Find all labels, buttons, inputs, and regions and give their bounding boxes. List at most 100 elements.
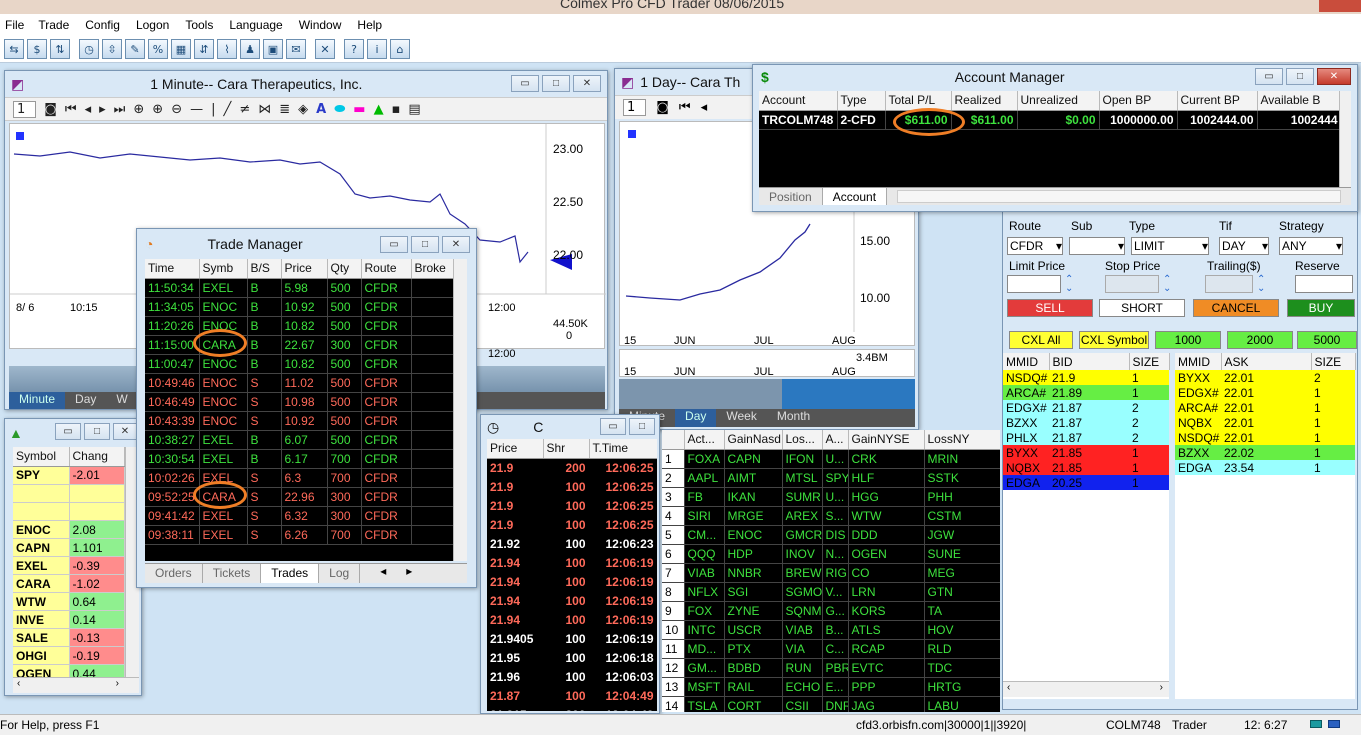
time-sales-row[interactable]: 21.94 100 12:06:19	[487, 553, 657, 573]
mover-symbol[interactable]: CAPN	[724, 449, 783, 469]
reserve-input[interactable]	[1295, 275, 1353, 293]
column-header[interactable]	[662, 430, 685, 450]
trade-row[interactable]: 11:34:05 ENOC B 10.92 500 CFDR	[145, 297, 467, 317]
column-header[interactable]: ASK	[1221, 353, 1312, 370]
maximize-button[interactable]: □	[1286, 68, 1314, 85]
mover-symbol[interactable]: SIRI	[684, 506, 725, 526]
mover-symbol[interactable]: C...	[822, 639, 849, 659]
column-header[interactable]: BID	[1049, 353, 1130, 370]
mover-symbol[interactable]: HGG	[848, 487, 925, 507]
watchlist-row[interactable]	[13, 484, 125, 503]
updown-icon[interactable]: ⇵	[194, 39, 214, 59]
tools-icon[interactable]: ✕	[315, 39, 335, 59]
mail-icon[interactable]: ✉	[286, 39, 306, 59]
tab-orders[interactable]: Orders	[145, 564, 203, 583]
menu-logon[interactable]: Logon	[128, 18, 177, 32]
time-sales-row[interactable]: 21.91520012:04:49	[487, 705, 657, 711]
ask-row[interactable]: NQBX 22.01 1	[1175, 415, 1355, 430]
bid-row[interactable]: BZXX 21.87 2	[1003, 415, 1169, 430]
sell-button[interactable]: SELL	[1007, 299, 1093, 317]
mover-symbol[interactable]: FOX	[684, 601, 725, 621]
quantity-1000-button[interactable]: 1000	[1155, 331, 1221, 349]
column-header[interactable]: SIZE	[1311, 353, 1356, 370]
mover-symbol[interactable]: RIG	[822, 563, 849, 583]
trade-row[interactable]: 10:02:26 EXEL S 6.3 700 CFDR	[145, 468, 467, 488]
info-icon[interactable]: i	[367, 39, 387, 59]
open-icon[interactable]: ▤	[408, 102, 420, 117]
vline-icon[interactable]: |	[211, 102, 215, 117]
trendline-icon[interactable]: ╱	[223, 102, 231, 117]
column-header[interactable]: Chang	[69, 447, 125, 467]
picture-icon[interactable]: ▣	[263, 39, 283, 59]
swap-icon[interactable]: ⇆	[4, 39, 24, 59]
arrow-up-icon[interactable]: ▲	[374, 102, 384, 117]
home-icon[interactable]: ⌂	[390, 39, 410, 59]
mover-symbol[interactable]: RLD	[924, 639, 1000, 659]
movers-row[interactable]: 3 FB IKAN SUMR U... HGG PHH	[662, 487, 1000, 507]
stop-stepper-icon[interactable]: ⌃ ⌄	[1163, 275, 1171, 294]
watchlist-row[interactable]: INVE 0.14	[13, 610, 125, 629]
mover-symbol[interactable]: HRTG	[924, 677, 1000, 697]
column-header[interactable]: Price	[281, 259, 328, 279]
mover-symbol[interactable]: U...	[822, 449, 849, 469]
time-sales-row[interactable]: 21.9 100 12:06:25	[487, 496, 657, 516]
fib-icon[interactable]: ≠	[239, 102, 250, 117]
mover-symbol[interactable]: DIS	[822, 525, 849, 545]
tab-tickets[interactable]: Tickets	[203, 564, 262, 583]
prev-icon[interactable]: ◂	[701, 100, 708, 115]
next-icon[interactable]: ▸	[99, 102, 106, 117]
bid-row[interactable]: EDGX# 21.87 2	[1003, 400, 1169, 415]
column-header[interactable]: Route	[361, 259, 412, 279]
mover-symbol[interactable]: TDC	[924, 658, 1000, 678]
column-header[interactable]: GainNYSE	[848, 430, 925, 450]
close-button[interactable]: ✕	[573, 75, 601, 92]
ask-row[interactable]: EDGX# 22.01 1	[1175, 385, 1355, 400]
movers-row[interactable]: 5 CM... ENOC GMCR DIS DDD JGW	[662, 525, 1000, 545]
mover-symbol[interactable]: ATLS	[848, 620, 925, 640]
watchlist-row[interactable]: OHGI -0.19	[13, 646, 125, 665]
dollar-icon[interactable]: $	[27, 39, 47, 59]
first-icon[interactable]: ⏮	[65, 102, 77, 117]
minimize-button[interactable]: ▭	[55, 423, 81, 440]
movers-row[interactable]: 4 SIRI MRGE AREX S... WTW CSTM	[662, 506, 1000, 526]
trade-row[interactable]: 10:46:49 ENOC S 10.98 500 CFDR	[145, 392, 467, 412]
mover-symbol[interactable]: WTW	[848, 506, 925, 526]
mover-symbol[interactable]: RAIL	[724, 677, 783, 697]
close-button[interactable]: ✕	[442, 236, 470, 253]
trade-row[interactable]: 11:20:26 ENOC B 10.82 500 CFDR	[145, 316, 467, 336]
column-header[interactable]: Shr	[543, 439, 590, 459]
save-icon[interactable]: ▪	[392, 102, 401, 117]
column-header[interactable]: MMID	[1175, 353, 1222, 370]
bid-row[interactable]: BYXX 21.85 1	[1003, 445, 1169, 460]
bid-row[interactable]: NSDQ# 21.9 1	[1003, 370, 1169, 385]
mover-symbol[interactable]: N...	[822, 544, 849, 564]
column-header[interactable]: Time	[145, 259, 200, 279]
trade-row[interactable]: 10:38:27 EXEL B 6.07 500 CFDR	[145, 430, 467, 450]
zoom-icon[interactable]: ⊕	[133, 102, 144, 117]
help-icon[interactable]: ?	[344, 39, 364, 59]
trade-row[interactable]: 10:30:54 EXEL B 6.17 700 CFDR	[145, 449, 467, 469]
mover-symbol[interactable]: DNR	[822, 696, 849, 712]
mover-symbol[interactable]: INOV	[782, 544, 823, 564]
account-row[interactable]: TRCOLM748 2-CFD $611.00 $611.00 $0.00 1000000…	[759, 110, 1341, 130]
mover-symbol[interactable]: MRGE	[724, 506, 783, 526]
minimize-button[interactable]: ▭	[1255, 68, 1283, 85]
menu-language[interactable]: Language	[221, 18, 290, 32]
mover-symbol[interactable]: CSTM	[924, 506, 1000, 526]
limit-stepper-icon[interactable]: ⌃ ⌄	[1065, 275, 1073, 294]
movers-row[interactable]: 11 MD... PTX VIA C... RCAP RLD	[662, 639, 1000, 659]
tab-week[interactable]: W	[106, 392, 137, 409]
trade-row[interactable]: 09:38:11 EXEL S 6.26 700 CFDR	[145, 525, 467, 545]
mover-symbol[interactable]: VIAB	[782, 620, 823, 640]
time-sales-row[interactable]: 21.95 100 12:06:18	[487, 648, 657, 668]
time-sales-row[interactable]: 21.9 200 12:06:25	[487, 458, 657, 478]
movers-row[interactable]: 9 FOX ZYNE SQNM G... KORS TA	[662, 601, 1000, 621]
movers-row[interactable]: 14TSLACORTCSIIDNRJAGLABU	[662, 696, 1000, 712]
watchlist-hscroll[interactable]: ‹ ›	[13, 677, 139, 693]
trailing-input[interactable]	[1205, 275, 1253, 293]
mover-symbol[interactable]: SQNM	[782, 601, 823, 621]
tab-account[interactable]: Account	[822, 188, 888, 205]
mover-symbol[interactable]: PHH	[924, 487, 1000, 507]
mover-symbol[interactable]: BREW	[782, 563, 823, 583]
grid-icon[interactable]: ▦	[171, 39, 191, 59]
